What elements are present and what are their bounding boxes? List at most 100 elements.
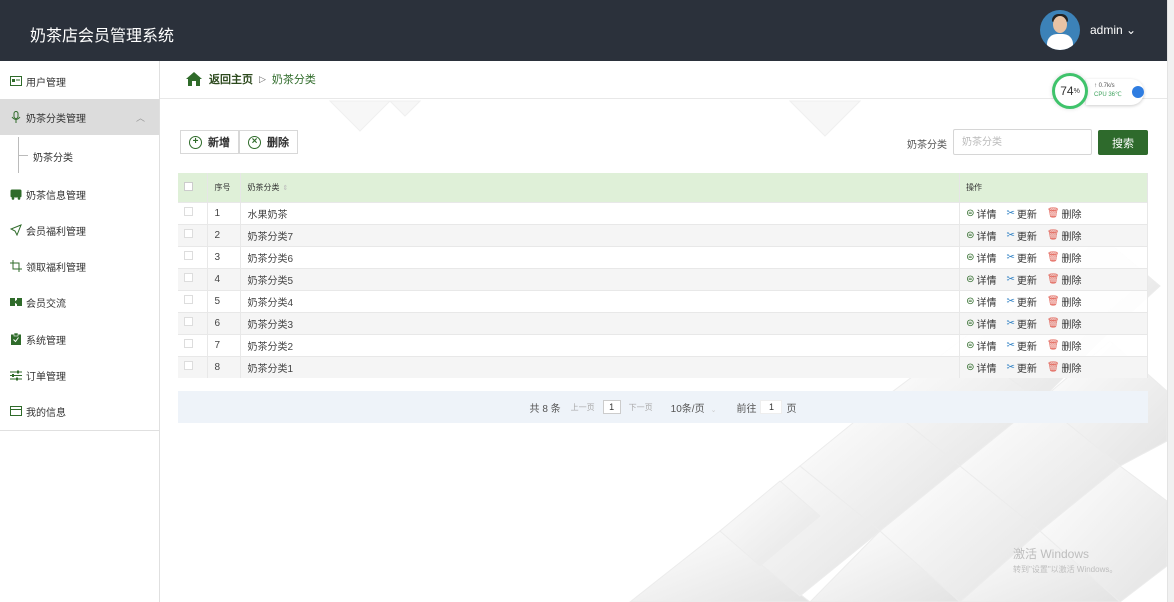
detail-icon: ⊜ — [966, 251, 975, 263]
sidebar-item-my-info[interactable]: 我的信息 — [0, 393, 159, 429]
detail-button[interactable]: ⊜ 详情 — [966, 360, 996, 375]
top-header: 奶茶店会员管理系统 admin ⌄ — [0, 0, 1167, 61]
row-select-cell — [178, 245, 209, 268]
sort-icon[interactable]: ⇕ — [282, 185, 288, 192]
user-avatar[interactable] — [1040, 10, 1080, 50]
trash-icon: 🗑 — [1046, 339, 1060, 351]
sidebar-item-receive-benefit-mgmt[interactable]: 领取福利管理 — [0, 248, 159, 284]
sidebar-item-member-benefit-mgmt[interactable]: 会员福利管理 — [0, 212, 159, 248]
cpu-percent-unit: % — [1073, 87, 1080, 95]
header-category[interactable]: 奶茶分类 ⇕ — [240, 173, 961, 202]
prev-page-button[interactable]: 上一页 — [571, 402, 595, 413]
update-button[interactable]: ✂ 更新 — [1006, 250, 1036, 265]
accelerate-icon[interactable] — [1132, 86, 1144, 98]
detail-button[interactable]: ⊜ 详情 — [966, 250, 996, 265]
pagination: 共 8 条 上一页 1 下一页 10条/页 ⌄ 前往 1 页 — [178, 391, 1148, 423]
row-checkbox[interactable] — [184, 317, 193, 326]
row-checkbox[interactable] — [184, 229, 193, 238]
trash-icon: 🗑 — [1046, 229, 1060, 241]
row-category: 奶茶分类6 — [240, 245, 961, 268]
row-delete-label: 删除 — [1061, 363, 1082, 375]
detail-icon: ⊜ — [966, 339, 975, 351]
update-button[interactable]: ✂ 更新 — [1006, 338, 1036, 353]
sidebar-item-tea-info-mgmt[interactable]: 奶茶信息管理 — [0, 176, 159, 212]
sidebar-item-label: 奶茶分类管理 — [26, 113, 86, 125]
row-delete-button[interactable]: 🗑 删除 — [1047, 206, 1082, 221]
search-button[interactable]: 搜索 — [1098, 130, 1148, 155]
table-row[interactable]: 5 奶茶分类4 ⊜ 详情 ✂ 更新 🗑 删除 — [178, 289, 1148, 312]
trash-icon: 🗑 — [1046, 317, 1060, 329]
user-menu[interactable]: admin ⌄ — [1090, 23, 1136, 37]
row-checkbox[interactable] — [184, 251, 193, 260]
row-index: 7 — [207, 333, 242, 356]
next-page-button[interactable]: 下一页 — [629, 402, 653, 413]
delete-button[interactable]: × 删除 — [239, 130, 298, 154]
row-checkbox[interactable] — [184, 273, 193, 282]
home-icon[interactable] — [185, 71, 203, 87]
sidebar-item-system-mgmt[interactable]: 系统管理 — [0, 321, 159, 357]
update-button[interactable]: ✂ 更新 — [1006, 206, 1036, 221]
tree-line — [18, 155, 28, 156]
sidebar-item-users[interactable]: 用户管理 — [0, 63, 159, 99]
goto-suffix: 页 — [786, 403, 797, 415]
table-row[interactable]: 2 奶茶分类7 ⊜ 详情 ✂ 更新 🗑 删除 — [178, 223, 1148, 246]
row-delete-button[interactable]: 🗑 删除 — [1047, 228, 1082, 243]
update-button[interactable]: ✂ 更新 — [1006, 228, 1036, 243]
detail-button[interactable]: ⊜ 详情 — [966, 316, 996, 331]
sidebar-item-member-exchange[interactable]: 会员交流 — [0, 284, 159, 320]
close-circle-icon: × — [248, 135, 261, 149]
goto-page-input[interactable]: 1 — [760, 400, 783, 414]
detail-button[interactable]: ⊜ 详情 — [966, 272, 996, 287]
search-input[interactable] — [953, 129, 1092, 155]
card-icon — [10, 405, 22, 417]
row-checkbox[interactable] — [184, 361, 193, 371]
row-select-cell — [178, 201, 209, 224]
breadcrumb-home-link[interactable]: 返回主页 — [209, 71, 253, 87]
row-checkbox[interactable] — [184, 339, 193, 348]
cpu-monitor-widget[interactable]: ↑ 0.7k/s CPU 36℃ 74% — [1052, 71, 1146, 111]
row-delete-button[interactable]: 🗑 删除 — [1047, 360, 1082, 375]
row-checkbox[interactable] — [184, 207, 193, 216]
table-row[interactable]: 3 奶茶分类6 ⊜ 详情 ✂ 更新 🗑 删除 — [178, 245, 1148, 268]
sidebar-subitem-label: 奶茶分类 — [33, 153, 73, 164]
sidebar-item-tea-category-mgmt[interactable]: 奶茶分类管理 ︿ — [0, 99, 159, 135]
add-button[interactable]: + 新增 — [180, 130, 239, 154]
breadcrumb-current: 奶茶分类 — [271, 74, 316, 86]
current-page-button[interactable]: 1 — [602, 400, 621, 414]
page-scrollbar[interactable] — [1167, 0, 1174, 602]
table-row[interactable]: 6 奶茶分类3 ⊜ 详情 ✂ 更新 🗑 删除 — [178, 311, 1148, 334]
sidebar-item-label: 会员福利管理 — [26, 226, 86, 238]
row-delete-button[interactable]: 🗑 删除 — [1047, 294, 1082, 309]
update-button[interactable]: ✂ 更新 — [1006, 316, 1036, 331]
sidebar-subitem-tea-category[interactable]: 奶茶分类 — [0, 137, 159, 173]
select-all-checkbox[interactable] — [184, 181, 193, 191]
update-button[interactable]: ✂ 更新 — [1006, 272, 1036, 287]
row-delete-button[interactable]: 🗑 删除 — [1047, 338, 1082, 353]
bus-icon — [10, 188, 22, 200]
sidebar-item-label: 奶茶信息管理 — [26, 190, 86, 202]
row-checkbox[interactable] — [184, 295, 193, 304]
row-delete-button[interactable]: 🗑 删除 — [1047, 316, 1082, 331]
page-size-select[interactable]: 10条/页 ⌄ — [671, 400, 717, 415]
detail-button[interactable]: ⊜ 详情 — [966, 206, 996, 221]
row-delete-button[interactable]: 🗑 删除 — [1047, 272, 1082, 287]
detail-button[interactable]: ⊜ 详情 — [966, 338, 996, 353]
table-row[interactable]: 1 水果奶茶 ⊜ 详情 ✂ 更新 🗑 删除 — [178, 201, 1148, 224]
update-label: 更新 — [1016, 341, 1037, 353]
sidebar-item-order-mgmt[interactable]: 订单管理 — [0, 357, 159, 393]
page-size-value: 10条/页 — [670, 403, 705, 415]
table-row[interactable]: 8 奶茶分类1 ⊜ 详情 ✂ 更新 🗑 删除 — [178, 355, 1148, 378]
row-actions: ⊜ 详情 ✂ 更新 🗑 删除 — [959, 267, 1148, 290]
table-row[interactable]: 7 奶茶分类2 ⊜ 详情 ✂ 更新 🗑 删除 — [178, 333, 1148, 356]
update-label: 更新 — [1016, 363, 1037, 375]
table-row[interactable]: 4 奶茶分类5 ⊜ 详情 ✂ 更新 🗑 删除 — [178, 267, 1148, 290]
row-select-cell — [178, 289, 209, 312]
update-button[interactable]: ✂ 更新 — [1006, 294, 1036, 309]
row-delete-button[interactable]: 🗑 删除 — [1047, 250, 1082, 265]
detail-label: 详情 — [976, 209, 997, 221]
update-button[interactable]: ✂ 更新 — [1006, 360, 1036, 375]
detail-button[interactable]: ⊜ 详情 — [966, 294, 996, 309]
row-delete-label: 删除 — [1061, 231, 1082, 243]
pager-total: 共 8 条 — [529, 403, 561, 415]
detail-button[interactable]: ⊜ 详情 — [966, 228, 996, 243]
